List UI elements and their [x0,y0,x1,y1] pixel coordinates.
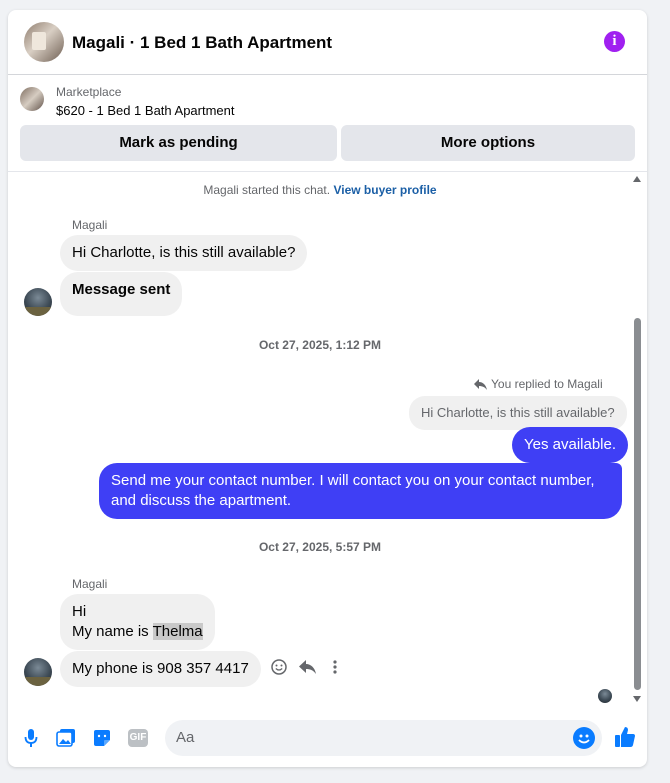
photo-icon[interactable] [55,727,77,749]
timestamp: Oct 27, 2025, 5:57 PM [258,540,382,554]
reply-note: You replied to Magali [474,377,603,391]
outgoing-message[interactable]: Yes available. [512,427,629,463]
more-options-button[interactable]: More options [341,125,635,161]
sender-name: Magali [72,218,108,232]
message-text: My name is [72,623,153,640]
header-divider [8,171,647,172]
gif-icon[interactable]: GIF [127,727,149,749]
chat-started-note: Magali started this chat. View buyer pro… [8,183,632,197]
message-hover-actions [270,658,344,676]
reply-icon[interactable] [298,658,316,676]
highlighted-text: Thelma [152,623,203,640]
incoming-message[interactable]: Hi My name is Thelma [60,594,215,650]
outgoing-message[interactable]: Send me your contact number. I will cont… [99,463,622,519]
timestamp: Oct 27, 2025, 1:12 PM [258,338,382,352]
message-line: My name is Thelma [72,622,203,642]
message-input[interactable]: Aa [165,720,602,756]
listing-source: Marketplace [56,85,122,99]
chat-window: Magali · 1 Bed 1 Bath Apartment i Market… [8,10,647,767]
message-input-placeholder: Aa [176,729,195,746]
scroll-down-arrow-icon[interactable] [633,696,641,702]
react-icon[interactable] [270,658,288,676]
chat-started-text: Magali started this chat. [203,183,331,197]
scrollbar-thumb[interactable] [634,318,641,690]
view-buyer-profile-link[interactable]: View buyer profile [333,183,436,197]
message-line: Hi [72,603,87,620]
sender-name: Magali [72,577,108,591]
listing-avatar[interactable] [24,22,64,62]
incoming-message[interactable]: Hi Charlotte, is this still available? [60,235,308,271]
reply-note-text: You replied to Magali [491,377,603,391]
sticker-icon[interactable] [91,727,113,749]
microphone-icon[interactable] [20,727,42,749]
incoming-message[interactable]: My phone is 908 357 4417 [60,651,261,687]
mark-pending-button[interactable]: Mark as pending [20,125,337,161]
chat-title[interactable]: Magali · 1 Bed 1 Bath Apartment [72,33,332,53]
more-actions-icon[interactable] [326,658,344,676]
incoming-message[interactable]: Message sent [60,272,183,316]
scroll-up-arrow-icon[interactable] [633,176,641,182]
listing-thumbnail[interactable] [20,87,44,111]
listing-price-title[interactable]: $620 - 1 Bed 1 Bath Apartment [56,103,235,118]
seen-receipt-avatar [598,689,612,703]
info-icon[interactable]: i [604,31,625,52]
quoted-message[interactable]: Hi Charlotte, is this still available? [409,396,627,430]
reply-arrow-icon [474,378,487,390]
emoji-icon[interactable] [573,727,595,749]
chat-header: Magali · 1 Bed 1 Bath Apartment i [8,10,647,75]
sender-avatar[interactable] [24,288,52,316]
sender-avatar[interactable] [24,658,52,686]
thumbs-up-icon[interactable] [613,725,637,749]
